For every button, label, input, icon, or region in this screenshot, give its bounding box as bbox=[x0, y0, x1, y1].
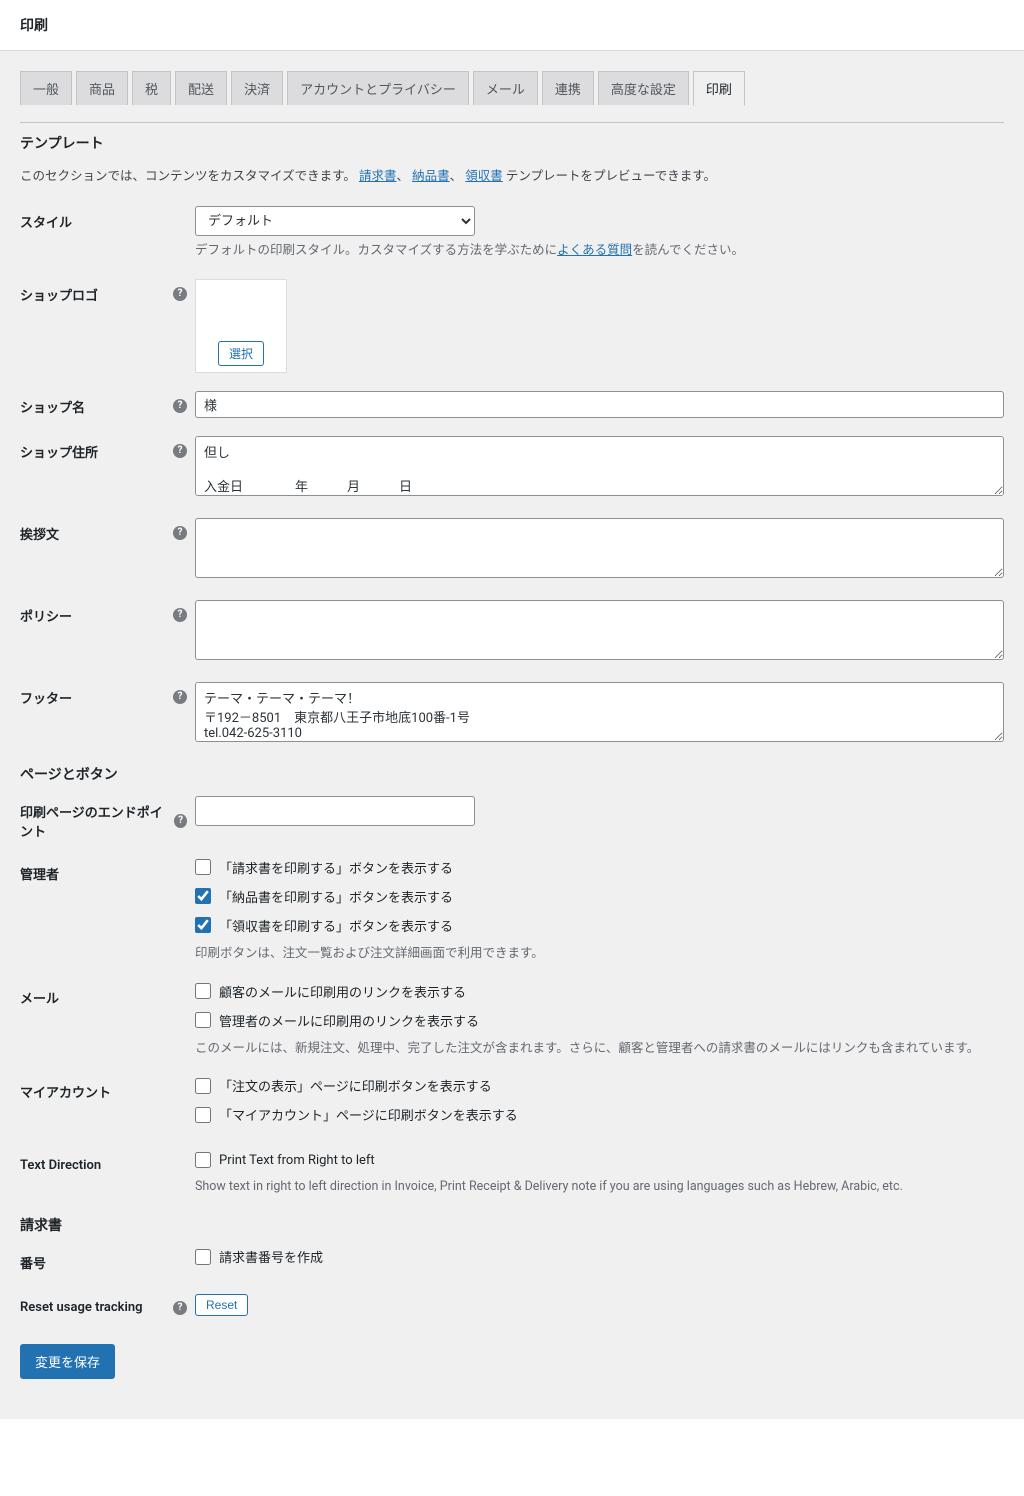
preview-receipt-link[interactable]: 領収書 bbox=[465, 169, 503, 184]
help-icon[interactable]: ? bbox=[173, 1301, 187, 1315]
invoice-no-label: 番号 bbox=[20, 1253, 46, 1272]
tab-tax[interactable]: 税 bbox=[132, 71, 171, 105]
save-button[interactable]: 変更を保存 bbox=[20, 1344, 115, 1379]
mail-customer-text: 顧客のメールに印刷用のリンクを表示する bbox=[219, 982, 466, 1001]
myaccount-page-text: 「マイアカウント」ページに印刷ボタンを表示する bbox=[219, 1105, 518, 1124]
tab-general[interactable]: 一般 bbox=[20, 71, 72, 105]
page-title: 印刷 bbox=[20, 15, 1004, 35]
tab-shipping[interactable]: 配送 bbox=[175, 71, 227, 105]
preview-delivery-link[interactable]: 納品書 bbox=[412, 169, 450, 184]
preview-invoice-link[interactable]: 請求書 bbox=[359, 169, 397, 184]
myaccount-orderview-checkbox[interactable] bbox=[195, 1078, 211, 1094]
tab-checkout[interactable]: 決済 bbox=[231, 71, 283, 105]
help-icon[interactable]: ? bbox=[173, 526, 187, 540]
shopname-input[interactable] bbox=[195, 391, 1004, 418]
section-pages-heading: ページとボタン bbox=[20, 764, 1004, 784]
reset-label: Reset usage tracking bbox=[20, 1300, 143, 1315]
myaccount-orderview-text: 「注文の表示」ページに印刷ボタンを表示する bbox=[219, 1076, 492, 1095]
template-intro: このセクションでは、コンテンツをカスタマイズできます。 請求書、 納品書、 領収… bbox=[20, 165, 1004, 184]
intro-text-pre: このセクションでは、コンテンツをカスタマイズできます。 bbox=[20, 169, 356, 184]
help-icon[interactable]: ? bbox=[173, 444, 187, 458]
section-template-heading: テンプレート bbox=[20, 133, 1004, 153]
footer-textarea[interactable]: テーマ・テーマ・テーマ！ 〒192－8501 東京都八王子市地底100番-1号 … bbox=[195, 682, 1004, 742]
section-invoice-heading: 請求書 bbox=[20, 1215, 1004, 1235]
mail-admin-text: 管理者のメールに印刷用のリンクを表示する bbox=[219, 1011, 479, 1030]
reset-button[interactable]: Reset bbox=[195, 1294, 248, 1316]
mail-customer-checkbox[interactable] bbox=[195, 983, 211, 999]
admin-label: 管理者 bbox=[20, 864, 59, 883]
help-icon[interactable]: ? bbox=[174, 814, 187, 828]
textdir-help: Show text in right to left direction in … bbox=[195, 1178, 1004, 1197]
help-icon[interactable]: ? bbox=[173, 690, 187, 704]
textdir-checkbox[interactable] bbox=[195, 1152, 211, 1168]
admin-invoice-checkbox[interactable] bbox=[195, 859, 211, 875]
help-icon[interactable]: ? bbox=[173, 608, 187, 622]
tab-account-privacy[interactable]: アカウントとプライバシー bbox=[287, 71, 469, 105]
shopname-label: ショップ名 bbox=[20, 397, 85, 416]
intro-text-post: テンプレートをプレビューできます。 bbox=[506, 169, 716, 184]
myaccount-page-checkbox[interactable] bbox=[195, 1107, 211, 1123]
shopaddress-label: ショップ住所 bbox=[20, 442, 98, 461]
admin-receipt-checkbox[interactable] bbox=[195, 917, 211, 933]
logo-preview bbox=[202, 286, 280, 341]
mail-help: このメールには、新規注文、処理中、完了した注文が含まれます。さらに、顧客と管理者… bbox=[195, 1040, 1004, 1059]
mail-admin-checkbox[interactable] bbox=[195, 1012, 211, 1028]
endpoint-input[interactable] bbox=[195, 796, 475, 826]
greeting-label: 挨拶文 bbox=[20, 524, 59, 543]
shopaddress-textarea[interactable]: 但し 入金日 年 月 日 bbox=[195, 436, 1004, 496]
style-label: スタイル bbox=[20, 212, 72, 231]
admin-help: 印刷ボタンは、注文一覧および注文詳細画面で利用できます。 bbox=[195, 945, 1004, 964]
style-select[interactable]: デフォルト bbox=[195, 206, 475, 236]
style-help: デフォルトの印刷スタイル。カスタマイズする方法を学ぶためによくある質問を読んでく… bbox=[195, 242, 1004, 261]
logo-label: ショップロゴ bbox=[20, 285, 98, 304]
logo-select-button[interactable]: 選択 bbox=[218, 341, 264, 366]
help-icon[interactable]: ? bbox=[173, 287, 187, 301]
policy-label: ポリシー bbox=[20, 606, 72, 625]
admin-receipt-text: 「領収書を印刷する」ボタンを表示する bbox=[219, 916, 453, 935]
logo-box: 選択 bbox=[195, 279, 287, 373]
textdir-label: Text Direction bbox=[20, 1158, 101, 1173]
mail-label: メール bbox=[20, 988, 59, 1007]
tab-bar: 一般 商品 税 配送 決済 アカウントとプライバシー メール 連携 高度な設定 … bbox=[20, 71, 1004, 105]
admin-invoice-text: 「請求書を印刷する」ボタンを表示する bbox=[219, 858, 453, 877]
invoice-no-checkbox[interactable] bbox=[195, 1249, 211, 1265]
greeting-textarea[interactable] bbox=[195, 518, 1004, 578]
admin-delivery-text: 「納品書を印刷する」ボタンを表示する bbox=[219, 887, 453, 906]
help-icon[interactable]: ? bbox=[173, 399, 187, 413]
invoice-no-text: 請求書番号を作成 bbox=[219, 1247, 323, 1266]
tab-email[interactable]: メール bbox=[473, 71, 538, 105]
tab-advanced[interactable]: 高度な設定 bbox=[598, 71, 689, 105]
admin-delivery-checkbox[interactable] bbox=[195, 888, 211, 904]
policy-textarea[interactable] bbox=[195, 600, 1004, 660]
endpoint-label: 印刷ページのエンドポイント bbox=[20, 802, 174, 840]
faq-link[interactable]: よくある質問 bbox=[557, 243, 632, 258]
footer-label: フッター bbox=[20, 688, 72, 707]
tab-print[interactable]: 印刷 bbox=[693, 71, 745, 106]
tab-products[interactable]: 商品 bbox=[76, 71, 128, 105]
myaccount-label: マイアカウント bbox=[20, 1082, 111, 1101]
textdir-text: Print Text from Right to left bbox=[219, 1153, 375, 1168]
tab-integration[interactable]: 連携 bbox=[542, 71, 594, 105]
